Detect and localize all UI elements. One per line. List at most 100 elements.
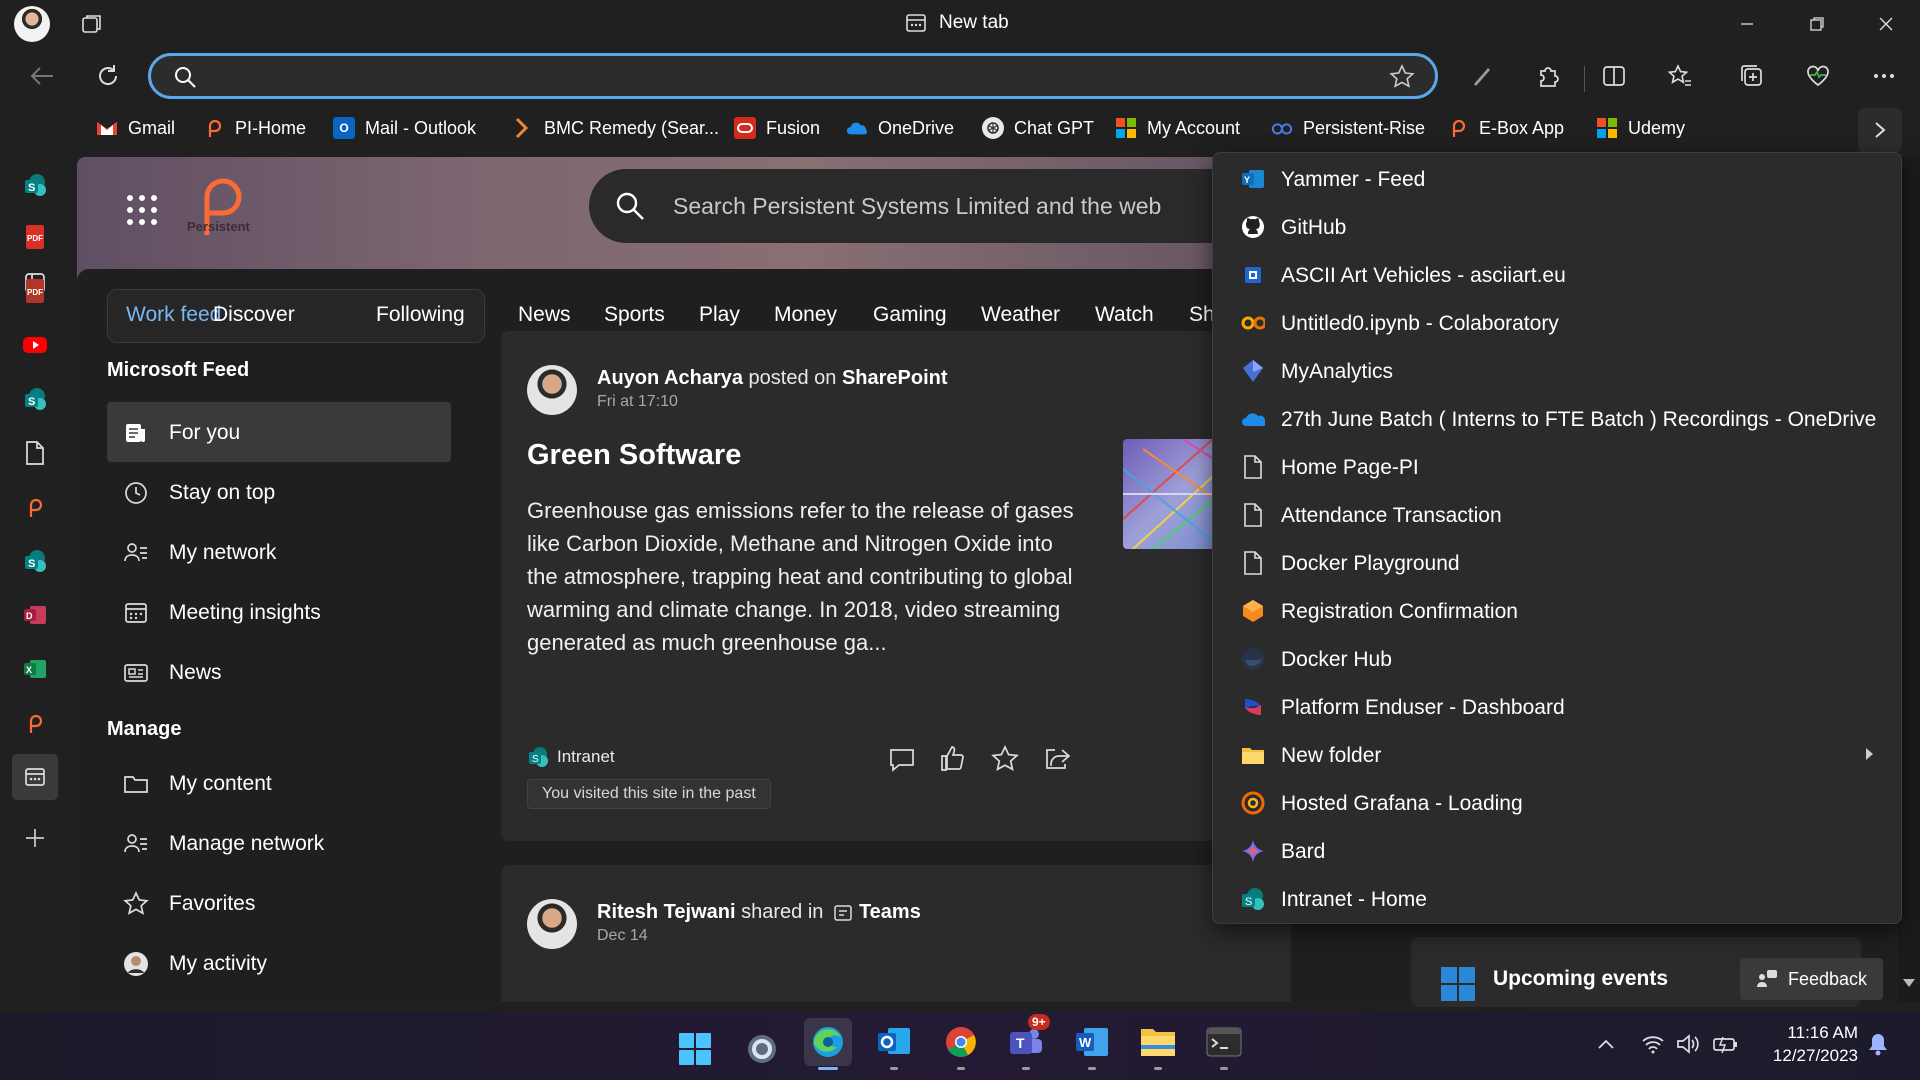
chrome-app[interactable]	[937, 1018, 985, 1070]
settings-more-button[interactable]	[1866, 58, 1902, 94]
favorites-overflow-button[interactable]	[1858, 108, 1902, 152]
favorite-persistent-rise[interactable]: Persistent-Rise	[1271, 112, 1425, 144]
post-title[interactable]: Green Software	[527, 439, 741, 472]
tab-news[interactable]: News	[518, 303, 571, 327]
nav-favorites[interactable]: Favorites	[107, 873, 451, 933]
workspaces-icon[interactable]	[80, 12, 104, 36]
like-icon[interactable]	[938, 743, 968, 773]
favorite-star-icon[interactable]	[1389, 64, 1415, 95]
tab-following[interactable]: Following	[376, 303, 465, 327]
feed-card[interactable]: Auyon Acharya posted on SharePoint Fri a…	[501, 331, 1291, 841]
notification-bell-icon[interactable]	[1864, 1030, 1892, 1058]
tab-shopping[interactable]: Sh	[1189, 303, 1215, 327]
system-clock[interactable]: 11:16 AM 12/27/2023	[1758, 1021, 1858, 1067]
nav-my-content[interactable]: My content	[107, 753, 451, 813]
favorite-mail-outlook[interactable]: O Mail - Outlook	[333, 112, 476, 144]
menu-item-intranet-home[interactable]: S Intranet - Home	[1219, 877, 1895, 921]
menu-item-asciiart[interactable]: ASCII Art Vehicles - asciiart.eu	[1219, 253, 1895, 297]
add-icon[interactable]	[20, 823, 50, 853]
address-input[interactable]	[209, 62, 1309, 90]
post-author[interactable]: Ritesh Tejwani	[597, 901, 736, 924]
menu-item-yammer[interactable]: Y Yammer - Feed	[1219, 157, 1895, 201]
feed-card[interactable]: Ritesh Tejwani shared in Teams Dec 14	[501, 865, 1291, 1002]
page-icon[interactable]	[20, 438, 50, 468]
app-launcher-icon[interactable]	[127, 195, 157, 225]
menu-item-colab[interactable]: Untitled0.ipynb - Colaboratory	[1219, 301, 1895, 345]
favorite-pi-home[interactable]: PI-Home	[203, 112, 306, 144]
menu-item-new-folder[interactable]: New folder	[1219, 733, 1895, 777]
nav-my-activity[interactable]: My activity	[107, 933, 451, 993]
post-site[interactable]: Teams	[859, 901, 921, 924]
post-author[interactable]: Auyon Acharya	[597, 367, 743, 389]
favorite-bmc-remedy[interactable]: BMC Remedy (Sear...	[512, 112, 719, 144]
share-icon[interactable]	[1042, 744, 1072, 774]
split-screen-button[interactable]	[1596, 58, 1632, 94]
outlook-app[interactable]	[870, 1018, 918, 1070]
word-app[interactable]: W	[1068, 1018, 1116, 1070]
chevron-up-icon[interactable]	[1592, 1030, 1620, 1058]
menu-item-docker-hub[interactable]: Docker Hub	[1219, 637, 1895, 681]
tab-money[interactable]: Money	[774, 303, 837, 327]
back-button[interactable]	[24, 58, 60, 94]
wifi-icon[interactable]	[1639, 1030, 1667, 1058]
tab-gaming[interactable]: Gaming	[873, 303, 947, 327]
address-bar[interactable]	[148, 53, 1438, 99]
comment-icon[interactable]	[887, 745, 917, 775]
restore-button[interactable]	[1802, 10, 1832, 38]
terminal-app[interactable]	[1200, 1018, 1248, 1070]
feedback-button[interactable]: Feedback	[1740, 958, 1884, 1000]
nav-manage-network[interactable]: Manage network	[107, 813, 451, 873]
volume-icon[interactable]	[1675, 1030, 1703, 1058]
file-explorer-app[interactable]	[1134, 1018, 1182, 1070]
favorite-gmail[interactable]: Gmail	[96, 112, 175, 144]
favorites-button[interactable]	[1662, 58, 1698, 94]
favorite-onedrive[interactable]: OneDrive	[846, 112, 954, 144]
web-search-box[interactable]: Search Persistent Systems Limited and th…	[589, 169, 1309, 243]
tab-weather[interactable]: Weather	[981, 303, 1060, 327]
favorite-chat-gpt[interactable]: Chat GPT	[982, 112, 1094, 144]
teams-app[interactable]: T 9+	[1002, 1014, 1050, 1070]
favorite-fusion[interactable]: Fusion	[734, 112, 820, 144]
nav-my-network[interactable]: My network	[107, 522, 451, 582]
extensions-button[interactable]	[1530, 58, 1566, 94]
nav-news[interactable]: News	[107, 642, 451, 702]
menu-item-onedrive-recordings[interactable]: 27th June Batch ( Interns to FTE Batch )…	[1219, 397, 1895, 441]
favorite-my-account[interactable]: My Account	[1115, 112, 1240, 144]
sharepoint-icon[interactable]: S	[20, 384, 50, 414]
menu-item-platform-enduser[interactable]: Platform Enduser - Dashboard	[1219, 685, 1895, 729]
sharepoint-icon[interactable]: S	[20, 546, 50, 576]
settings-app[interactable]	[738, 1025, 786, 1073]
nav-stay-on-top[interactable]: Stay on top	[107, 462, 451, 522]
browser-essentials-icon[interactable]	[1800, 58, 1836, 94]
tab-play[interactable]: Play	[699, 303, 740, 327]
youtube-icon[interactable]	[20, 330, 50, 360]
tab-work-feed[interactable]: Work feed	[126, 303, 221, 327]
excel-icon[interactable]: X	[20, 654, 50, 684]
close-button[interactable]	[1871, 10, 1901, 38]
nav-for-you[interactable]: For you	[107, 402, 451, 462]
menu-item-github[interactable]: GitHub	[1219, 205, 1895, 249]
dynamics-icon[interactable]: D	[20, 600, 50, 630]
newtab-sidebar-icon[interactable]	[12, 754, 58, 800]
post-source[interactable]: S Intranet	[527, 746, 615, 768]
refresh-button[interactable]	[90, 58, 126, 94]
collections-button[interactable]	[1734, 58, 1770, 94]
persistent-icon[interactable]	[20, 708, 50, 738]
post-site[interactable]: SharePoint	[842, 367, 948, 389]
start-button[interactable]	[671, 1025, 719, 1073]
persistent-icon[interactable]	[20, 492, 50, 522]
edge-app[interactable]	[804, 1018, 852, 1070]
favorite-udemy[interactable]: Udemy	[1596, 112, 1685, 144]
profile-avatar[interactable]	[14, 6, 50, 42]
menu-item-grafana[interactable]: Hosted Grafana - Loading	[1219, 781, 1895, 825]
pdf-icon[interactable]: PDF	[20, 222, 50, 252]
star-icon[interactable]	[990, 744, 1020, 774]
pen-icon[interactable]	[1464, 58, 1500, 94]
menu-item-attendance[interactable]: Attendance Transaction	[1219, 493, 1895, 537]
pdf-icon[interactable]: PDF	[20, 276, 50, 306]
battery-icon[interactable]	[1711, 1030, 1739, 1058]
nav-meeting-insights[interactable]: Meeting insights	[107, 582, 451, 642]
sharepoint-icon[interactable]: S	[20, 170, 50, 200]
favorite-e-box-app[interactable]: E-Box App	[1447, 112, 1564, 144]
tab-discover[interactable]: Discover	[213, 303, 295, 327]
